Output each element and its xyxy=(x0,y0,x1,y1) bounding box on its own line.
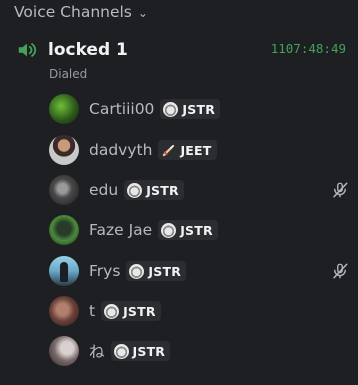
voice-user-row[interactable]: ね JSTR xyxy=(49,335,349,367)
voice-user-row[interactable]: Frys JSTR xyxy=(49,255,349,287)
speaker-icon xyxy=(18,43,37,57)
clan-tag-label: JSTR xyxy=(123,303,156,319)
clan-tag-label: JSTR xyxy=(180,222,213,238)
voice-user-row[interactable]: Faze Jae JSTR xyxy=(49,214,349,246)
voice-user-row[interactable]: Cartiii00 JSTR xyxy=(49,93,349,125)
ring-icon xyxy=(161,222,177,238)
clan-tag[interactable]: JSTR xyxy=(110,341,171,361)
ring-icon xyxy=(163,101,179,117)
clan-tag-label: JSTR xyxy=(148,263,182,279)
clan-tag[interactable]: JEET xyxy=(158,140,217,160)
username: edu xyxy=(89,181,119,199)
clan-tag-label: JSTR xyxy=(146,182,179,198)
username: Faze Jae xyxy=(89,221,153,239)
username: ね xyxy=(89,343,105,361)
clan-tag[interactable]: JSTR xyxy=(126,261,187,281)
avatar xyxy=(49,135,79,165)
username: t xyxy=(89,302,96,320)
username: dadvyth xyxy=(89,141,153,159)
avatar xyxy=(49,296,79,326)
ring-icon xyxy=(113,343,129,359)
call-timer: 1107:48:49 xyxy=(270,41,346,56)
clan-tag-label: JSTR xyxy=(182,101,216,117)
avatar xyxy=(49,215,79,245)
section-title: Voice Channels xyxy=(14,3,132,21)
ring-icon xyxy=(104,303,120,319)
ring-icon xyxy=(127,182,143,198)
avatar xyxy=(49,175,79,205)
chevron-down-icon: ⌄ xyxy=(137,6,148,20)
connection-status: Dialed xyxy=(49,67,88,81)
voice-channel-locked-1[interactable]: locked 1 1107:48:49 xyxy=(16,38,352,62)
muted-microphone-icon xyxy=(333,182,348,198)
sword-icon xyxy=(163,144,175,156)
clan-tag-label: JSTR xyxy=(132,343,166,359)
clan-tag[interactable]: JSTR xyxy=(160,99,221,119)
avatar xyxy=(49,336,79,366)
ring-icon xyxy=(129,263,145,279)
voice-user-row[interactable]: dadvyth JEET xyxy=(49,134,349,166)
username: Cartiii00 xyxy=(89,100,155,118)
clan-tag-label: JEET xyxy=(180,142,212,158)
voice-user-row[interactable]: t JSTR xyxy=(49,295,349,327)
channel-name: locked 1 xyxy=(48,40,128,60)
clan-tag[interactable]: JSTR xyxy=(158,220,218,240)
clan-tag[interactable]: JSTR xyxy=(101,301,161,321)
avatar xyxy=(49,94,79,124)
username: Frys xyxy=(89,262,121,280)
voice-user-row[interactable]: edu JSTR xyxy=(49,174,349,206)
voice-channels-header[interactable]: Voice Channels ⌄ xyxy=(14,3,148,21)
muted-microphone-icon xyxy=(333,263,348,279)
clan-tag[interactable]: JSTR xyxy=(124,180,184,200)
avatar xyxy=(49,256,79,286)
